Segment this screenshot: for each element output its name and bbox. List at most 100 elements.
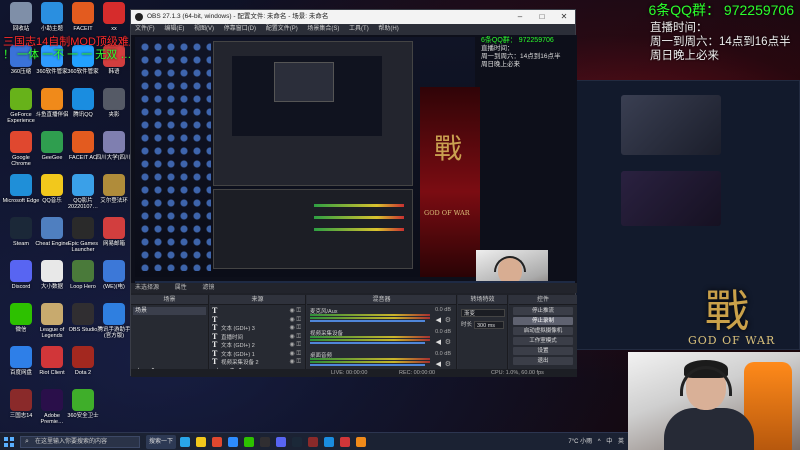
menu-tools[interactable]: 工具(T) [349, 26, 369, 32]
preview-desktop-capture: 戰 GOD OF WAR [135, 37, 480, 277]
audio-mixer-dock: 混音器 麦克风/Aux 0.0 dB ◀ ⚙ 视频采集设备 0.0 dB ◀ ⚙ 桌面音频 0.0… [307, 295, 457, 377]
control-button[interactable]: 启动虚拟摄像机 [513, 327, 573, 335]
control-button[interactable]: 设置 [513, 347, 573, 355]
ime-mode[interactable]: 英 [618, 439, 624, 445]
preview-info-line: 周日晚上必来 [481, 61, 520, 68]
folder-icon[interactable] [196, 437, 206, 447]
desktop-icon[interactable]: 腾讯手游助手(官方版) [95, 303, 133, 339]
speaker-icon[interactable]: ◀ [436, 360, 441, 368]
start-icon[interactable] [4, 437, 14, 447]
source-item[interactable]: T 视频采集设备 2 ◉ ⚿ [212, 358, 303, 367]
scenes-dock: 场景 场景 ＋ − ⌃ ⌄ [131, 295, 209, 377]
visibility-icon[interactable]: ◉ ⚿ [290, 341, 301, 349]
desktop-icon[interactable]: 网易邮箱 [95, 217, 133, 247]
visibility-icon[interactable]: ◉ ⚿ [290, 333, 301, 341]
visibility-icon[interactable]: ◉ ⚿ [290, 307, 301, 315]
visibility-icon[interactable]: ◉ ⚿ [290, 358, 301, 366]
gear-icon[interactable]: ⚙ [445, 338, 451, 346]
edge-icon[interactable] [180, 437, 190, 447]
launcher-poster[interactable] [621, 95, 721, 155]
transition-type-select[interactable]: 渐变 [461, 309, 505, 317]
desktop-icon[interactable]: 360安全卫士 [64, 389, 102, 419]
filters-button[interactable]: 滤镜 [202, 285, 214, 291]
close-icon[interactable]: ✕ [553, 10, 575, 24]
steam-icon[interactable] [292, 437, 302, 447]
control-button[interactable]: 停止推流 [513, 307, 573, 315]
app-icon [41, 174, 63, 196]
app-icon [41, 303, 63, 325]
app-icon [10, 131, 32, 153]
obs-window[interactable]: OBS 27.1.3 (64-bit, windows) - 配置文件: 未命名… [130, 9, 577, 377]
source-item[interactable]: T 文本 (GDI+) 3 ◉ ⚿ [212, 324, 303, 333]
preview-desktop-icons [139, 41, 211, 271]
maximize-icon[interactable]: □ [531, 10, 553, 24]
qq-icon[interactable] [324, 437, 334, 447]
level-meter [310, 336, 430, 338]
menu-help[interactable]: 帮助(H) [378, 26, 398, 32]
source-item[interactable]: T ◉ ⚿ [212, 315, 303, 324]
taskbar-search-button[interactable]: 搜索一下 [146, 435, 177, 449]
obs-icon[interactable] [260, 437, 270, 447]
ime-indicator[interactable]: 中 [606, 439, 612, 445]
desktop-icon[interactable]: (WE)(电) [95, 260, 133, 290]
discord-icon[interactable] [276, 437, 286, 447]
source-item[interactable]: T 直播时间 ◉ ⚿ [212, 332, 303, 341]
game-launcher-window[interactable] [560, 80, 800, 350]
menu-scene-collection[interactable]: 场景集合(S) [307, 26, 339, 32]
source-item[interactable]: T 文本 (GDI+) 1 ◉ ⚿ [212, 349, 303, 358]
app-icon [103, 260, 125, 282]
game-icon[interactable] [308, 437, 318, 447]
desktop-icon[interactable]: xx [95, 2, 133, 32]
duration-input[interactable]: 300 ms [474, 321, 504, 329]
obs-preview[interactable]: 戰 GOD OF WAR 6条QQ群： 972259706 直播时间： 周一到周… [131, 35, 577, 293]
visibility-icon[interactable]: ◉ ⚿ [290, 316, 301, 324]
wechat-icon[interactable] [244, 437, 254, 447]
level-meter [310, 317, 430, 319]
menu-file[interactable]: 文件(F) [135, 26, 155, 32]
visibility-icon[interactable]: ◉ ⚿ [290, 350, 301, 358]
volume-slider[interactable] [310, 364, 425, 366]
obs-titlebar[interactable]: OBS 27.1.3 (64-bit, windows) - 配置文件: 未命名… [131, 10, 575, 24]
taskbar-search[interactable]: ⌕ 在这里输入你要搜索的内容 [20, 436, 140, 448]
riot-icon[interactable] [340, 437, 350, 447]
control-button[interactable]: 工作室模式 [513, 337, 573, 345]
gear-icon[interactable]: ⚙ [445, 316, 451, 324]
properties-button[interactable]: 属性 [175, 285, 187, 291]
app-icon [41, 217, 63, 239]
chrome-icon[interactable] [212, 437, 222, 447]
desktop-icon[interactable]: 艾尔登法环 [95, 174, 133, 204]
app-icon [72, 131, 94, 153]
visibility-icon[interactable]: ◉ ⚿ [290, 324, 301, 332]
desktop-icon[interactable]: 四川大学(四川) [95, 131, 133, 161]
desktop-icon[interactable]: 夹影 [95, 88, 133, 118]
launcher-poster[interactable] [621, 171, 721, 226]
source-item[interactable]: T ◉ ⚿ [212, 307, 303, 315]
desktop-icon[interactable]: Dota 2 [64, 346, 102, 376]
app-icon[interactable] [228, 437, 238, 447]
volume-slider[interactable] [310, 320, 425, 322]
speaker-icon[interactable]: ◀ [436, 316, 441, 324]
menu-view[interactable]: 视图(V) [194, 26, 214, 32]
desktop-icon-label: Dota 2 [74, 370, 92, 376]
preview-poster: 戰 GOD OF WAR [420, 87, 480, 277]
minimize-icon[interactable]: – [509, 10, 531, 24]
menu-profile[interactable]: 配置文件(P) [266, 26, 298, 32]
controls-dock-title: 控件 [509, 295, 577, 305]
app-icon [10, 88, 32, 110]
scene-item[interactable]: 场景 [133, 307, 206, 315]
gear-icon[interactable]: ⚙ [445, 360, 451, 368]
app-icon [72, 389, 94, 411]
source-item[interactable]: T 文本 (GDI+) 2 ◉ ⚿ [212, 341, 303, 350]
menu-docks[interactable]: 停靠窗口(D) [224, 26, 256, 32]
volume-slider[interactable] [310, 342, 425, 344]
tray-overflow-icon[interactable]: ^ [598, 439, 601, 445]
menu-edit[interactable]: 编辑(E) [164, 26, 184, 32]
douyu-icon[interactable] [356, 437, 366, 447]
desktop-icon-label: 腾讯手游助手(官方版) [97, 327, 131, 339]
control-button[interactable]: 退出 [513, 357, 573, 365]
speaker-icon[interactable]: ◀ [436, 338, 441, 346]
app-icon [41, 389, 63, 411]
weather-status[interactable]: 7°C 小雨 [568, 439, 592, 445]
app-icon [10, 2, 32, 24]
control-button[interactable]: 停止录制 [513, 317, 573, 325]
